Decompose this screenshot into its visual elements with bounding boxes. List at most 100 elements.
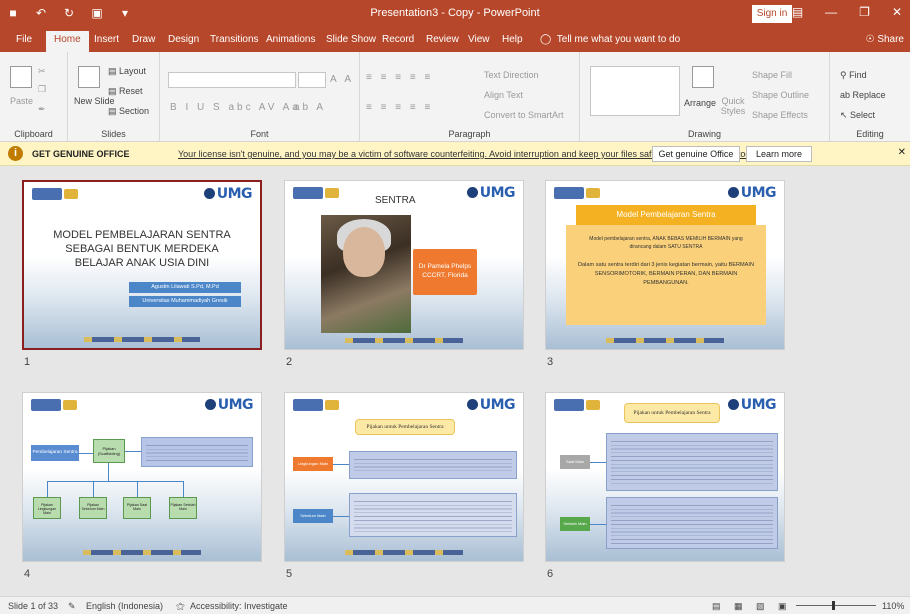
slide-sorter: UMG MODEL PEMBELAJARAN SENTRA SEBAGAI BE… — [0, 166, 910, 596]
share-button[interactable]: ☉ Share — [866, 34, 904, 45]
window-controls: ▤ — ❐ ✕ — [792, 5, 902, 19]
align-icons[interactable]: ≡ ≡ ≡ ≡ ≡ — [366, 102, 433, 113]
zoom-slider-thumb[interactable] — [832, 601, 835, 610]
kampus-merdeka-logo — [554, 399, 584, 411]
format-painter-icon[interactable]: ✒ — [38, 104, 46, 115]
notes-box — [141, 437, 253, 467]
close-icon[interactable]: ✕ — [892, 5, 902, 19]
slide-thumbnail-1[interactable]: UMG MODEL PEMBELAJARAN SENTRA SEBAGAI BE… — [22, 180, 262, 350]
paragraph-label: Paragraph — [448, 129, 491, 139]
cut-icon[interactable]: ✂ — [38, 66, 46, 77]
minimize-icon[interactable]: — — [825, 5, 837, 19]
ribbon: Paste ✂ ❐ ✒ Clipboard New Slide ▤ Layout… — [0, 52, 910, 142]
drawing-label: Drawing — [687, 129, 721, 139]
text-direction-button[interactable]: Text Direction — [484, 70, 539, 80]
zoom-level[interactable]: 110% — [882, 601, 904, 611]
connector — [108, 463, 109, 481]
slideshow-view-icon[interactable]: ▣ — [778, 601, 787, 612]
slide-1-author: Agustin Lilawati S.Pd, M.Pd — [129, 282, 241, 293]
slide-thumbnail-6[interactable]: UMG Pijakan untuk Pembelajaran Sentra Sa… — [545, 392, 785, 562]
child-node: Pijakan Lingkungan Main — [33, 497, 61, 519]
tab-design[interactable]: Design — [168, 34, 199, 45]
kampus-merdeka-logo — [293, 187, 323, 199]
align-text-button[interactable]: Align Text — [484, 90, 523, 100]
tab-home[interactable]: Home — [46, 31, 89, 52]
language-status[interactable]: English (Indonesia) — [86, 601, 163, 611]
tab-help[interactable]: Help — [502, 34, 523, 45]
convert-smartart-button[interactable]: Convert to SmartArt — [484, 110, 564, 120]
restore-icon[interactable]: ❐ — [859, 5, 870, 19]
new-slide-button[interactable]: New Slide — [74, 96, 115, 106]
slide-3-heading: Model Pembelajaran Sentra — [576, 205, 756, 225]
sign-in-button[interactable]: Sign in — [752, 5, 792, 23]
ribbon-display-icon[interactable]: ▤ — [792, 5, 803, 19]
tab-view[interactable]: View — [468, 34, 490, 45]
shape-outline-button[interactable]: Shape Outline — [752, 90, 809, 100]
select-label: Select — [850, 110, 876, 120]
text-block — [606, 433, 778, 491]
accessibility-icon[interactable]: ⚝ — [176, 601, 185, 612]
learn-more-button[interactable]: Learn more — [746, 146, 812, 162]
new-slide-icon[interactable] — [78, 66, 100, 88]
text-block — [606, 497, 778, 549]
slide-1-affiliation: Universitas Muhammadiyah Gresik — [129, 296, 241, 307]
select-button[interactable]: ↖ Select — [840, 110, 875, 121]
slide-thumbnail-5[interactable]: UMG Pijakan untuk Pembelajaran Sentra Li… — [284, 392, 524, 562]
slide-sorter-view-icon[interactable]: ▦ — [734, 601, 743, 612]
shapes-gallery[interactable] — [590, 66, 680, 116]
umg-logo: UMG — [467, 185, 516, 201]
text-block — [349, 493, 517, 537]
find-button[interactable]: ⚲ Find — [840, 70, 867, 81]
arrange-icon[interactable] — [692, 66, 714, 88]
copy-icon[interactable]: ❐ — [38, 84, 46, 95]
normal-view-icon[interactable]: ▤ — [712, 601, 721, 612]
reading-view-icon[interactable]: ▧ — [756, 601, 765, 612]
shape-fill-button[interactable]: Shape Fill — [752, 70, 792, 80]
tab-transitions[interactable]: Transitions — [210, 34, 259, 45]
slide-1-title-line: BELAJAR ANAK USIA DINI — [74, 257, 210, 269]
drawing-group: Arrange Quick Styles Shape Fill Shape Ou… — [580, 52, 830, 142]
layout-button[interactable]: ▤ Layout — [108, 66, 146, 77]
kampus-merdeka-logo — [32, 188, 62, 200]
tell-me-search[interactable]: ◯ Tell me what you want to do — [540, 34, 680, 45]
zoom-slider[interactable] — [796, 605, 876, 606]
tab-record[interactable]: Record — [382, 34, 414, 45]
list-icons[interactable]: ≡ ≡ ≡ ≡ ≡ — [366, 72, 433, 83]
font-size-icons[interactable]: A A — [330, 74, 354, 85]
slide-thumbnail-2[interactable]: UMG SENTRA Dr Pamela Phelps CCCRT, Flori… — [284, 180, 524, 350]
replace-button[interactable]: ab Replace — [840, 90, 886, 100]
close-warning-icon[interactable]: ✕ — [898, 147, 906, 158]
font-format-icons[interactable]: B I U S abc AV Aa — [170, 102, 301, 113]
paste-label[interactable]: Paste — [10, 96, 33, 106]
font-family-box[interactable] — [168, 72, 296, 88]
umg-logo: UMG — [728, 397, 777, 413]
find-label: Find — [849, 70, 867, 80]
text-lines — [146, 442, 248, 462]
tab-slide-show[interactable]: Slide Show — [326, 34, 376, 45]
slide-number: 3 — [547, 356, 554, 368]
tab-draw[interactable]: Draw — [132, 34, 155, 45]
tab-animations[interactable]: Animations — [266, 34, 315, 45]
notes-icon[interactable]: ✎ — [68, 601, 76, 612]
arrange-button[interactable]: Arrange — [684, 98, 716, 108]
tab-file[interactable]: File — [16, 34, 32, 45]
slide-3-body: Model pembelajaran sentra, ANAK BEBAS ME… — [566, 225, 766, 325]
get-genuine-button[interactable]: Get genuine Office — [652, 146, 740, 162]
accessibility-status[interactable]: Accessibility: Investigate — [190, 601, 288, 611]
font-size-box[interactable] — [298, 72, 326, 88]
info-icon: i — [8, 146, 23, 161]
reset-button[interactable]: ▤ Reset — [108, 86, 143, 97]
connector — [125, 451, 141, 452]
section-button[interactable]: ▤ Section — [108, 106, 149, 117]
tab-review[interactable]: Review — [426, 34, 459, 45]
paste-icon[interactable] — [10, 66, 32, 88]
footer-strip — [345, 550, 463, 555]
slide-2-caption: Dr Pamela Phelps CCCRT, Florida — [413, 249, 477, 295]
font-color-icons[interactable]: ab A — [294, 102, 326, 113]
quick-styles-button[interactable]: Quick Styles — [720, 96, 746, 116]
slide-thumbnail-3[interactable]: UMG Model Pembelajaran Sentra Model pemb… — [545, 180, 785, 350]
shape-effects-button[interactable]: Shape Effects — [752, 110, 808, 120]
tab-insert[interactable]: Insert — [94, 34, 119, 45]
slide-thumbnail-4[interactable]: UMG Pembelajaran Sentra Pijakan (Scaffol… — [22, 392, 262, 562]
editing-group: ⚲ Find ab Replace ↖ Select Editing — [830, 52, 910, 142]
